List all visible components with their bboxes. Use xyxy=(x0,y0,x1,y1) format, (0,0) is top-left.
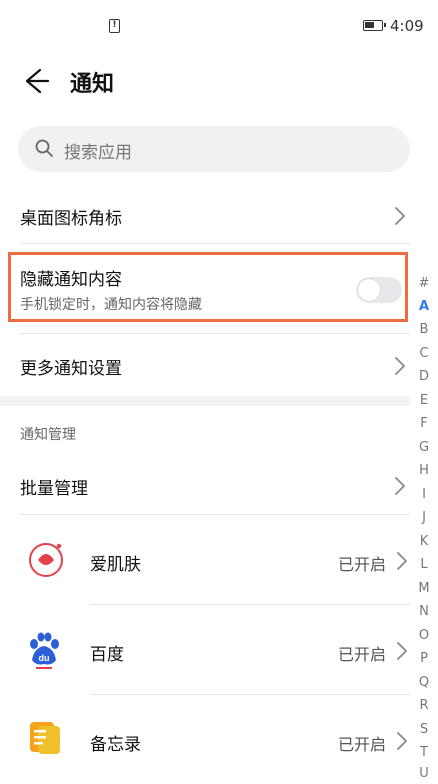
hide-content-row[interactable]: 隐藏通知内容 手机锁定时，通知内容将隐藏 xyxy=(0,256,410,320)
index-letter[interactable]: K xyxy=(414,534,434,549)
index-letter[interactable]: T xyxy=(414,745,434,760)
badge-setting-row[interactable]: 桌面图标角标 xyxy=(0,190,410,242)
battery-icon xyxy=(363,20,386,31)
app-status: 已开启 xyxy=(338,735,387,754)
page-title: 通知 xyxy=(70,72,115,97)
badge-setting-label: 桌面图标角标 xyxy=(20,209,122,229)
index-letter[interactable]: L xyxy=(414,557,434,572)
divider xyxy=(20,333,410,334)
divider xyxy=(20,243,410,244)
search-icon xyxy=(35,139,53,157)
back-arrow-icon[interactable] xyxy=(18,64,52,98)
batch-manage-row[interactable]: 批量管理 xyxy=(0,460,410,512)
chevron-right-icon xyxy=(397,642,407,660)
section-title: 通知管理 xyxy=(20,427,76,443)
hide-content-label: 隐藏通知内容 xyxy=(20,270,122,290)
section-gap xyxy=(0,396,410,406)
chevron-right-icon xyxy=(397,552,407,570)
chevron-right-icon xyxy=(395,357,405,375)
memo-app-icon xyxy=(30,722,60,754)
search-placeholder: 搜索应用 xyxy=(64,143,132,163)
index-letter-active[interactable]: A xyxy=(414,299,434,314)
notification-alert-icon: ! xyxy=(109,19,120,33)
divider xyxy=(20,514,410,515)
hide-content-description: 手机锁定时，通知内容将隐藏 xyxy=(20,297,202,313)
index-letter[interactable]: R xyxy=(414,698,434,713)
app-status: 已开启 xyxy=(338,645,387,664)
app-status: 已开启 xyxy=(338,555,387,574)
app-name: 百度 xyxy=(90,645,124,665)
app-name: 爱肌肤 xyxy=(90,555,141,575)
status-time: 4:09 xyxy=(390,17,424,35)
index-letter[interactable]: J xyxy=(414,510,434,525)
index-letter[interactable]: # xyxy=(414,276,434,291)
status-bar: ! 4:09 xyxy=(0,0,438,52)
batch-manage-label: 批量管理 xyxy=(20,479,88,499)
more-settings-row[interactable]: 更多通知设置 xyxy=(0,340,410,392)
app-row-baidu[interactable]: du 百度 已开启 xyxy=(0,608,410,692)
app-row-aijifu[interactable]: 爱肌肤 已开启 xyxy=(0,520,410,604)
index-letter[interactable]: S xyxy=(414,722,434,737)
baidu-paw-icon: du xyxy=(30,632,59,669)
aijifu-app-icon xyxy=(29,543,63,577)
index-letter[interactable]: C xyxy=(414,346,434,361)
index-letter[interactable]: D xyxy=(414,369,434,384)
svg-text:du: du xyxy=(39,653,50,663)
more-settings-label: 更多通知设置 xyxy=(20,359,122,379)
chevron-right-icon xyxy=(395,207,405,225)
index-letter[interactable]: H xyxy=(414,463,434,478)
index-letter[interactable]: E xyxy=(414,393,434,408)
search-input[interactable]: 搜索应用 xyxy=(18,126,410,172)
divider xyxy=(90,694,410,695)
index-letter[interactable]: I xyxy=(414,487,434,502)
hide-content-toggle[interactable] xyxy=(356,277,402,303)
app-row-memo[interactable]: 备忘录 已开启 xyxy=(0,698,410,782)
index-letter[interactable]: M xyxy=(414,581,434,596)
index-letter[interactable]: B xyxy=(414,322,434,337)
chevron-right-icon xyxy=(395,477,405,495)
chevron-right-icon xyxy=(397,732,407,750)
index-letter[interactable]: P xyxy=(414,651,434,666)
index-letter[interactable]: U xyxy=(414,766,434,781)
index-letter[interactable]: G xyxy=(414,440,434,455)
app-name: 备忘录 xyxy=(90,735,141,755)
divider xyxy=(90,604,410,605)
index-letter[interactable]: Q xyxy=(414,675,434,690)
index-letter[interactable]: F xyxy=(414,416,434,431)
index-letter[interactable]: O xyxy=(414,628,434,643)
index-letter[interactable]: N xyxy=(414,604,434,619)
